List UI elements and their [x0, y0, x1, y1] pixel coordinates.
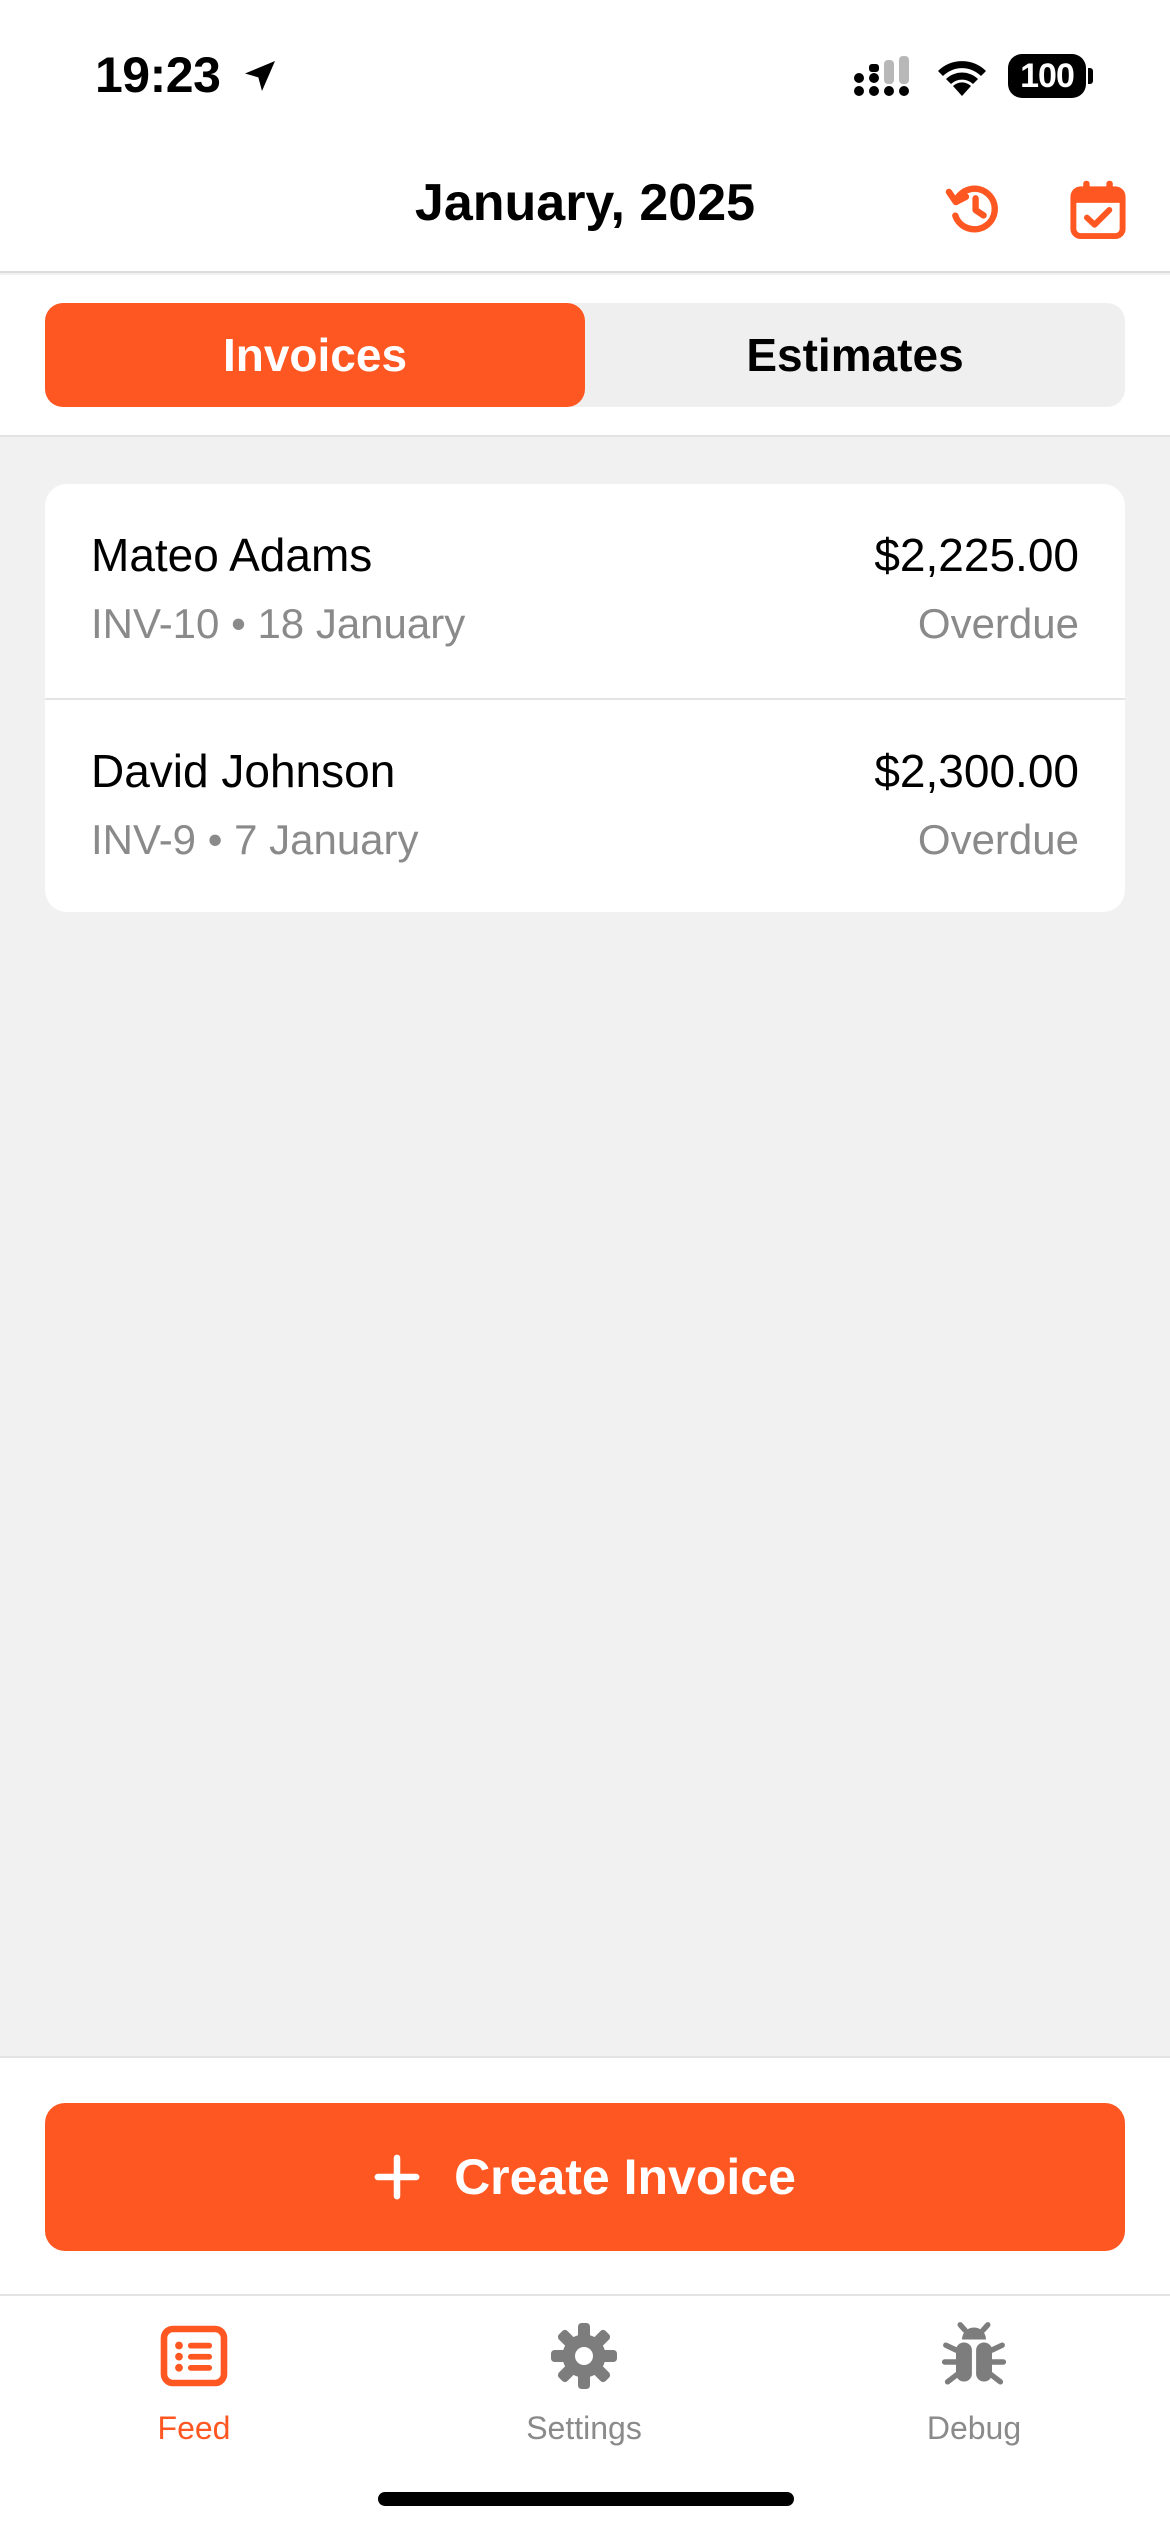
location-arrow-icon — [245, 61, 275, 91]
tab-feed[interactable]: Feed — [44, 2320, 344, 2470]
wifi-icon — [938, 61, 986, 96]
tab-feed-label: Feed — [157, 2410, 231, 2446]
battery-level: 100 — [1020, 56, 1075, 95]
plus-icon — [374, 2154, 420, 2200]
list-icon — [160, 2325, 228, 2387]
gear-icon — [551, 2323, 617, 2389]
home-indicator — [378, 2492, 794, 2506]
document-type-segmented-control: Invoices Estimates — [45, 303, 1125, 407]
status-time: 19:23 — [95, 47, 221, 103]
tab-settings-label: Settings — [526, 2410, 642, 2446]
bug-icon — [941, 2322, 1007, 2385]
invoice-amount: $2,300.00 — [874, 745, 1079, 797]
status-bar: 19:23 100 — [0, 0, 1170, 145]
segment-bar: Invoices Estimates — [0, 275, 1170, 437]
history-icon[interactable] — [942, 177, 1006, 241]
invoice-status: Overdue — [917, 816, 1079, 863]
calendar-check-icon[interactable] — [1068, 177, 1128, 241]
invoice-list: Mateo Adams INV-10 • 18 January $2,225.0… — [45, 484, 1125, 912]
action-bar: Create Invoice — [0, 2056, 1170, 2296]
nav-header: January, 2025 — [0, 145, 1170, 273]
client-name: David Johnson — [91, 745, 396, 797]
tab-settings[interactable]: Settings — [434, 2320, 734, 2470]
tab-debug-label: Debug — [926, 2410, 1022, 2446]
invoice-row[interactable]: David Johnson INV-9 • 7 January $2,300.0… — [45, 698, 1125, 912]
invoice-row[interactable]: Mateo Adams INV-10 • 18 January $2,225.0… — [45, 484, 1125, 698]
battery-icon: 100 — [1008, 54, 1086, 98]
invoice-meta: INV-10 • 18 January — [91, 600, 466, 647]
segment-invoices[interactable]: Invoices — [45, 303, 585, 407]
create-invoice-button[interactable]: Create Invoice — [45, 2103, 1125, 2251]
cellular-signal-icon — [854, 56, 909, 96]
battery-tip — [1088, 68, 1093, 84]
invoice-meta: INV-9 • 7 January — [91, 816, 419, 863]
create-invoice-label: Create Invoice — [454, 2149, 796, 2205]
segment-estimates[interactable]: Estimates — [585, 303, 1125, 407]
tab-debug[interactable]: Debug — [824, 2320, 1124, 2470]
invoice-status: Overdue — [917, 600, 1079, 647]
invoice-amount: $2,225.00 — [874, 529, 1079, 581]
client-name: Mateo Adams — [91, 529, 373, 581]
invoice-feed-screen: 19:23 100 January, 2025 Invoices Estimat… — [0, 0, 1170, 2532]
